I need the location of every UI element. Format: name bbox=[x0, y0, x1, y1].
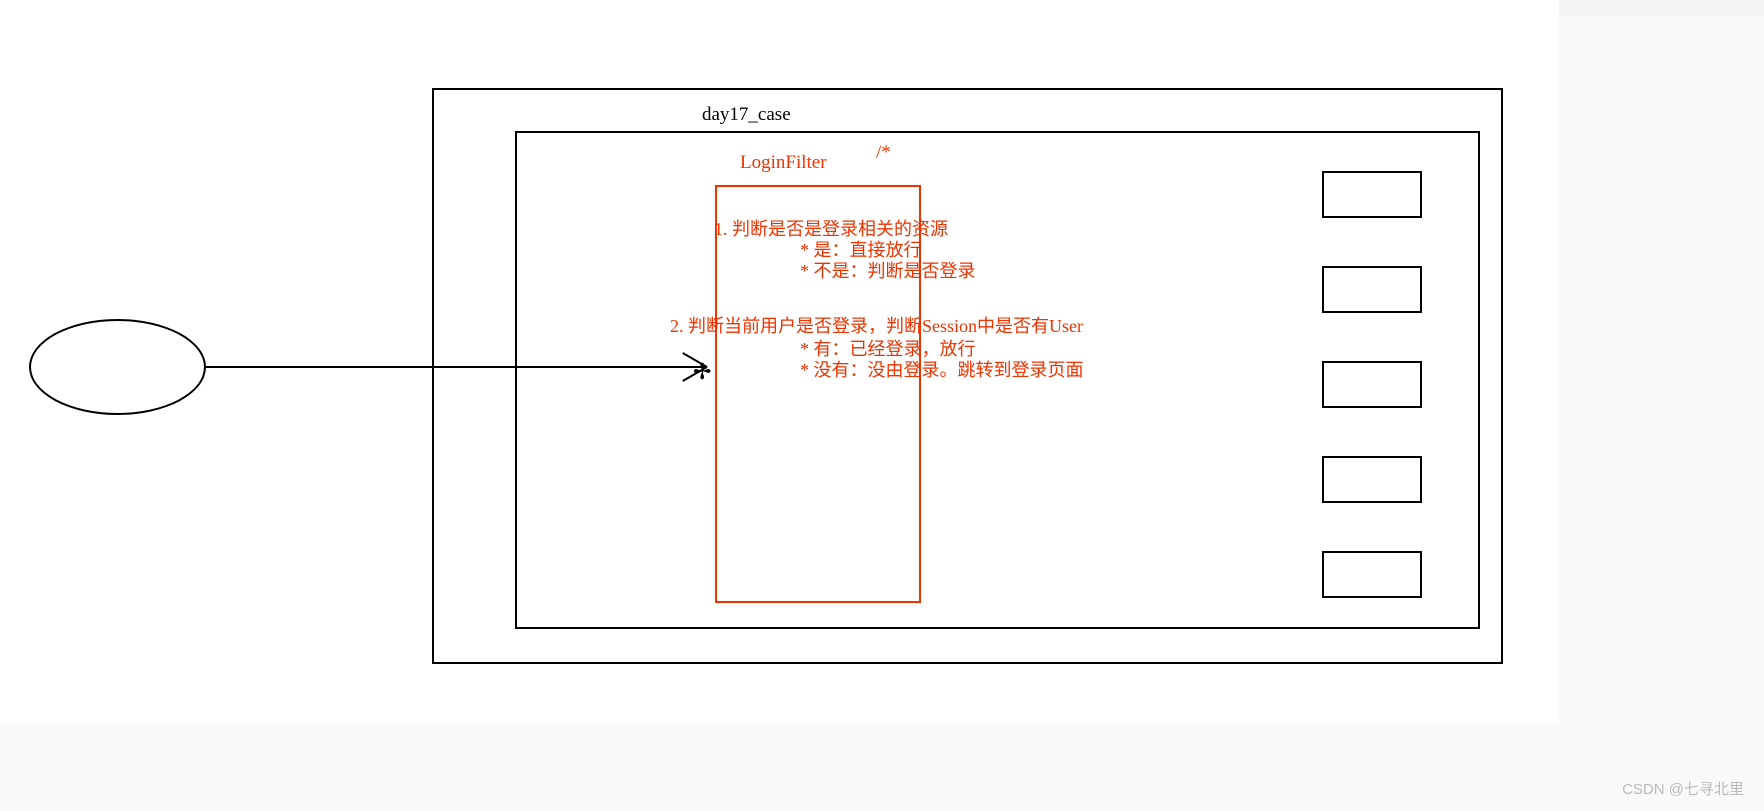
filter-title: LoginFilter bbox=[740, 152, 827, 174]
step1-yes: * 是：直接放行 bbox=[800, 240, 922, 261]
step2-yes: * 有：已经登录，放行 bbox=[800, 339, 976, 360]
diagram-canvas: ✢ day17_case LoginFilter /* 1. 判断是否是登录相关… bbox=[0, 0, 1559, 723]
resource-box bbox=[1322, 266, 1422, 313]
server-title: day17_case bbox=[702, 104, 791, 126]
resource-box bbox=[1322, 456, 1422, 503]
resource-box bbox=[1322, 551, 1422, 598]
filter-url-pattern: /* bbox=[876, 142, 891, 164]
csdn-watermark: CSDN @七寻北里 bbox=[1622, 778, 1744, 799]
client-ellipse bbox=[29, 319, 206, 415]
resource-box bbox=[1322, 171, 1422, 218]
step2-header: 2. 判断当前用户是否登录，判断Session中是否有User bbox=[670, 316, 1083, 337]
step1-header: 1. 判断是否是登录相关的资源 bbox=[714, 219, 948, 240]
resource-box bbox=[1322, 361, 1422, 408]
resource-box-column bbox=[1322, 171, 1422, 646]
step1-no: * 不是：判断是否登录 bbox=[800, 261, 976, 282]
step2-no: * 没有：没由登录。跳转到登录页面 bbox=[800, 360, 1084, 381]
